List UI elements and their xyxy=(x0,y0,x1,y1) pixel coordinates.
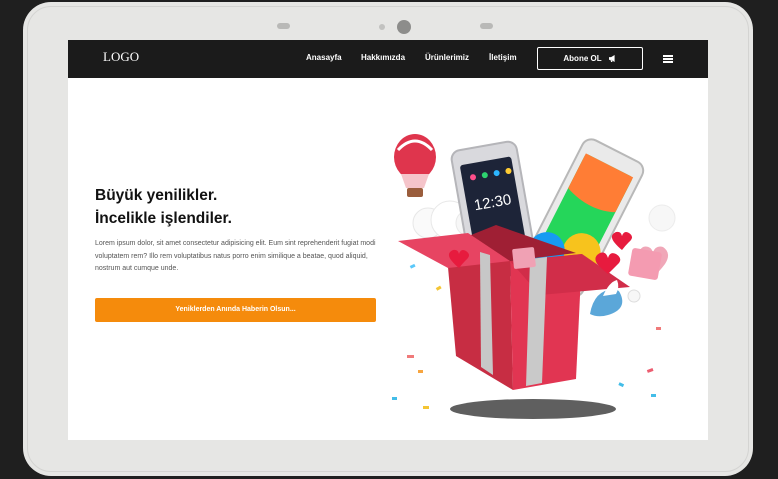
subscribe-button-label: Abone OL xyxy=(563,54,602,63)
top-left-speaker xyxy=(277,23,290,29)
newsletter-cta-button[interactable]: Yeniklerden Anında Haberin Olsun... xyxy=(95,298,376,322)
subscribe-button[interactable]: Abone OL xyxy=(537,47,643,70)
top-navigation: LOGO Anasayfa Hakkımızda Ürünlerimiz İle… xyxy=(68,40,708,78)
headline-line-2: İncelikle işlendiler. xyxy=(95,210,232,227)
light-sensor xyxy=(379,24,385,30)
hero-headline: Büyük yenilikler. İncelikle işlendiler. xyxy=(95,184,232,230)
nav-about-link[interactable]: Hakkımızda xyxy=(361,53,405,62)
website-screen: LOGO Anasayfa Hakkımızda Ürünlerimiz İle… xyxy=(68,40,708,440)
top-right-speaker xyxy=(480,23,493,29)
hero-description: Lorem ipsum dolor, sit amet consectetur … xyxy=(95,240,376,272)
megaphone-icon xyxy=(608,55,615,62)
nav-contact-link[interactable]: İletişim xyxy=(489,53,517,62)
nav-products-link[interactable]: Ürünlerimiz xyxy=(425,53,469,62)
nav-home-link[interactable]: Anasayfa xyxy=(306,53,342,62)
headline-line-1: Büyük yenilikler. xyxy=(95,187,218,204)
hamburger-menu-icon[interactable] xyxy=(663,55,673,63)
front-camera xyxy=(397,20,411,34)
gift-box-smartphones-illustration: 12:30 xyxy=(392,134,676,419)
site-logo[interactable]: LOGO xyxy=(103,49,139,65)
